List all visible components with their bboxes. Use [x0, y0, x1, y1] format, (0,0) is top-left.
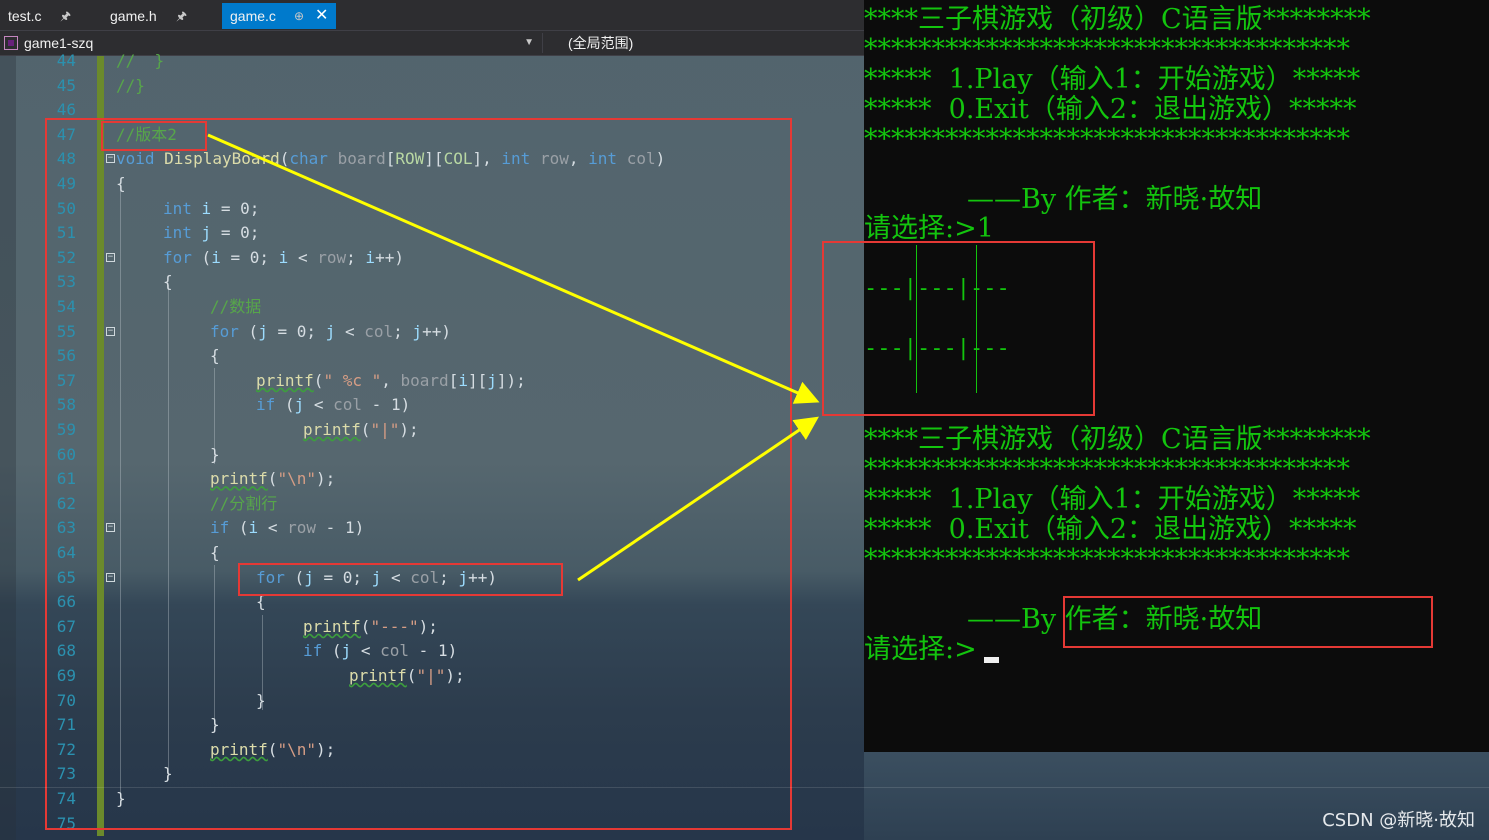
console-line: ************************************: [864, 454, 1350, 485]
annotation-box-function: [45, 118, 792, 830]
pin-icon[interactable]: 🖈: [176, 3, 187, 29]
tab-game-c[interactable]: game.c ⊕ ✕: [222, 3, 336, 29]
project-icon: [4, 36, 18, 50]
tab-test-c[interactable]: test.c 🖈: [0, 3, 100, 29]
text-cursor: [984, 657, 999, 663]
line-number: 45: [56, 75, 76, 95]
console-line: ************************************: [864, 124, 1350, 155]
console-prompt: 请选择:>: [864, 634, 977, 665]
console-line: ***** 0.Exit（输入2：退出游戏）*****: [864, 94, 1357, 125]
console-prompt: 请选择:>1: [864, 213, 994, 244]
annotation-box-for-loop: [238, 563, 563, 596]
annotation-box-board: [822, 241, 1095, 416]
console-line: ****三子棋游戏（初级）C语言版********: [864, 4, 1371, 35]
console-line: ***** 0.Exit（输入2：退出游戏）*****: [864, 514, 1357, 545]
line-number: 44: [56, 51, 76, 70]
console-line: ——By 作者：新晓·故知: [864, 184, 1263, 215]
console-line: ****三子棋游戏（初级）C语言版********: [864, 424, 1371, 455]
console-line: ************************************: [864, 34, 1350, 65]
console-line: ***** 1.Play（输入1：开始游戏）*****: [864, 484, 1361, 515]
code-line: 44 // }: [0, 49, 864, 74]
pin-icon[interactable]: ⊕: [294, 3, 304, 29]
document-tab-bar: test.c 🖈 game.h 🖈 game.c ⊕ ✕: [0, 0, 864, 30]
tab-game-h[interactable]: game.h 🖈: [102, 3, 220, 29]
annotation-box-version: [101, 121, 207, 151]
code-editor[interactable]: test.c 🖈 game.h 🖈 game.c ⊕ ✕ game1-szq ▼…: [0, 0, 864, 840]
horizon-line: [0, 787, 1489, 788]
code-text: // }: [116, 51, 165, 70]
pin-icon[interactable]: 🖈: [60, 3, 71, 29]
console-line: ************************************: [864, 544, 1350, 575]
tab-label: test.c: [8, 8, 42, 24]
code-text: //}: [116, 75, 145, 95]
annotation-box-author: [1063, 596, 1433, 648]
close-icon[interactable]: ✕: [315, 3, 328, 29]
tab-label: game.c: [230, 8, 276, 24]
code-line: 45 //}: [0, 74, 864, 99]
tab-label: game.h: [110, 8, 157, 24]
watermark: CSDN @新晓·故知: [1322, 810, 1475, 831]
console-line: ***** 1.Play（输入1：开始游戏）*****: [864, 64, 1361, 95]
